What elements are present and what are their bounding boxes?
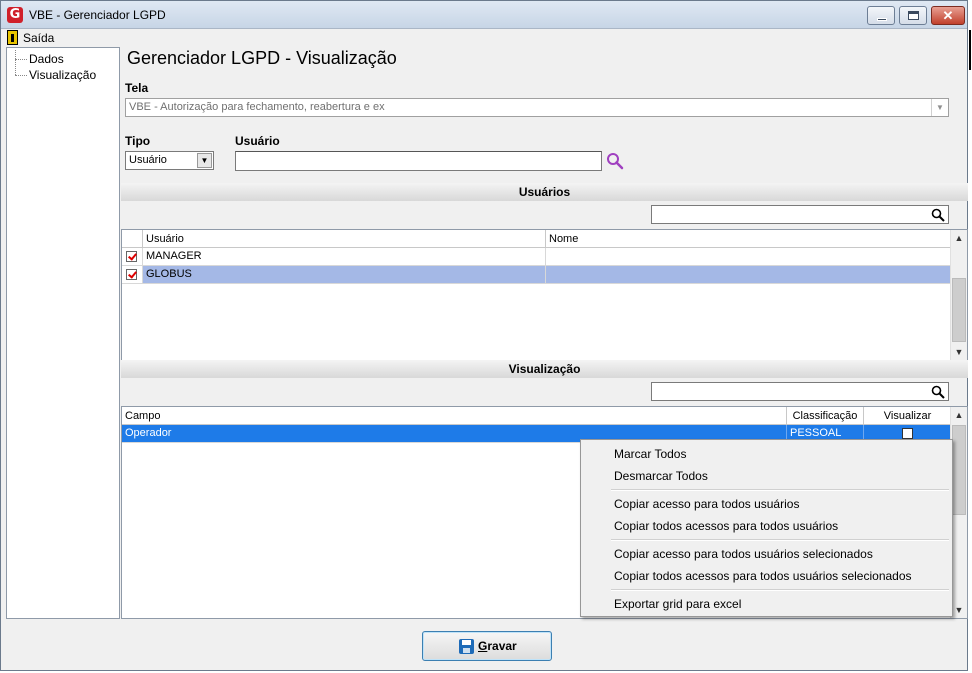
menu-separator: [611, 489, 949, 491]
scroll-thumb[interactable]: [952, 278, 966, 342]
maximize-icon: [908, 11, 919, 20]
users-grid: Usuário Nome MANAGER GLOBUS ▲ ▼: [121, 229, 968, 361]
save-button-label: Gravar: [478, 639, 517, 653]
menu-exit[interactable]: Saída: [23, 31, 54, 45]
title-bar[interactable]: G VBE - Gerenciador LGPD ✕: [1, 1, 967, 29]
users-vertical-scrollbar[interactable]: ▲ ▼: [950, 230, 967, 360]
users-filter-input[interactable]: [651, 205, 949, 224]
column-header-usuario[interactable]: Usuário: [143, 230, 546, 248]
menu-separator: [611, 589, 949, 591]
column-header-campo[interactable]: Campo: [122, 407, 787, 425]
tree-item-visualizacao[interactable]: Visualização: [13, 68, 96, 82]
menu-item-marcar-todos[interactable]: Marcar Todos: [614, 445, 686, 463]
menu-bar: Saída: [1, 29, 967, 47]
search-icon[interactable]: [931, 208, 945, 222]
row-checkbox-cell[interactable]: [122, 266, 143, 283]
checkbox-column-header: [122, 230, 143, 248]
menu-separator: [611, 539, 949, 541]
close-icon: ✕: [942, 8, 954, 23]
minimize-button[interactable]: [867, 6, 895, 25]
menu-item-copiar-todos-acessos-todos[interactable]: Copiar todos acessos para todos usuários: [614, 517, 838, 535]
close-button[interactable]: ✕: [931, 6, 965, 25]
visualizar-checkbox[interactable]: [902, 428, 913, 439]
column-header-visualizar[interactable]: Visualizar: [864, 407, 951, 425]
app-logo-icon: G: [7, 7, 23, 23]
row-checkbox[interactable]: [126, 269, 137, 280]
context-menu: Marcar Todos Desmarcar Todos Copiar aces…: [580, 439, 953, 617]
save-button[interactable]: Gravar: [422, 631, 552, 661]
save-button-mnemonic: G: [478, 639, 488, 653]
exit-door-icon[interactable]: [7, 30, 18, 45]
view-filter-input[interactable]: [651, 382, 949, 401]
search-icon[interactable]: [605, 151, 625, 171]
tipo-select[interactable]: Usuário ▼: [125, 151, 214, 170]
save-button-label-rest: ravar: [487, 639, 517, 653]
desktop-edge-mark: [969, 30, 971, 70]
cell-usuario: GLOBUS: [143, 266, 546, 283]
usuario-label: Usuário: [235, 134, 280, 148]
menu-item-desmarcar-todos[interactable]: Desmarcar Todos: [614, 467, 708, 485]
table-row[interactable]: MANAGER: [122, 248, 951, 266]
scroll-up-icon[interactable]: ▲: [951, 407, 967, 423]
chevron-down-icon[interactable]: ▼: [197, 153, 212, 168]
menu-item-copiar-acesso-todos[interactable]: Copiar acesso para todos usuários: [614, 495, 799, 513]
scroll-thumb[interactable]: [952, 425, 966, 515]
tipo-label: Tipo: [125, 134, 151, 148]
desktop-edge: [968, 0, 972, 673]
tipo-select-value: Usuário: [129, 154, 167, 166]
scroll-up-icon[interactable]: ▲: [951, 230, 967, 246]
column-header-classificacao[interactable]: Classificação: [787, 407, 864, 425]
tree-item-dados[interactable]: Dados: [13, 52, 64, 66]
table-row-selected[interactable]: GLOBUS: [122, 266, 951, 284]
cell-nome: [546, 248, 951, 265]
menu-item-exportar-excel[interactable]: Exportar grid para excel: [614, 595, 741, 613]
users-section-header: Usuários: [121, 183, 968, 201]
maximize-button[interactable]: [899, 6, 927, 25]
app-window: G VBE - Gerenciador LGPD ✕ Saída Dados V…: [0, 0, 968, 671]
page-title: Gerenciador LGPD - Visualização: [127, 48, 397, 68]
cell-usuario: MANAGER: [143, 248, 546, 265]
navigation-tree: Dados Visualização: [6, 47, 120, 619]
scroll-down-icon[interactable]: ▼: [951, 602, 967, 618]
tela-label: Tela: [125, 81, 149, 95]
tela-select[interactable]: VBE - Autorização para fechamento, reabe…: [125, 98, 949, 117]
users-grid-header: Usuário Nome: [122, 230, 951, 248]
menu-item-copiar-todos-acessos-selecionados[interactable]: Copiar todos acessos para todos usuários…: [614, 567, 912, 585]
scroll-down-icon[interactable]: ▼: [951, 344, 967, 360]
view-section-header: Visualização: [121, 360, 968, 378]
column-header-nome[interactable]: Nome: [546, 230, 951, 248]
usuario-input[interactable]: [235, 151, 602, 171]
search-icon[interactable]: [931, 385, 945, 399]
minimize-icon: [877, 18, 887, 21]
menu-item-copiar-acesso-selecionados[interactable]: Copiar acesso para todos usuários seleci…: [614, 545, 873, 563]
row-checkbox[interactable]: [126, 251, 137, 262]
chevron-down-icon[interactable]: ▼: [931, 99, 948, 116]
window-title: VBE - Gerenciador LGPD: [29, 8, 166, 22]
row-checkbox-cell[interactable]: [122, 248, 143, 265]
cell-nome: [546, 266, 951, 283]
view-grid-header: Campo Classificação Visualizar: [122, 407, 951, 425]
tela-select-value: VBE - Autorização para fechamento, reabe…: [129, 101, 385, 113]
floppy-disk-icon: [459, 639, 474, 654]
